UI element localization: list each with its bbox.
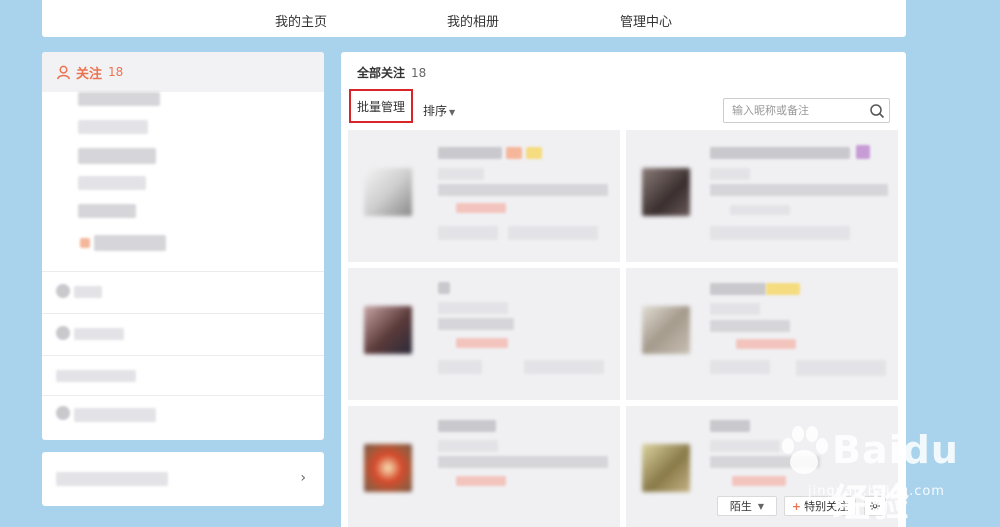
info-blurred — [710, 456, 820, 468]
badge-blurred — [856, 145, 870, 159]
nickname-blurred[interactable] — [710, 283, 766, 295]
divider — [42, 271, 324, 272]
main-follow-panel: 全部关注 18 批量管理 排序 ▼ 输入昵称或备注 陌生 ▼ + 特别关注 — [341, 52, 906, 527]
follow-count: 18 — [108, 65, 124, 79]
action-blurred[interactable] — [508, 226, 598, 240]
nickname-blurred[interactable] — [438, 282, 450, 294]
nickname-blurred[interactable] — [438, 147, 502, 159]
info-blurred — [438, 168, 484, 180]
info-blurred — [710, 184, 888, 196]
divider — [42, 313, 324, 314]
gear-icon — [870, 501, 880, 511]
info-blurred — [438, 184, 608, 196]
top-nav: 我的主页 我的相册 管理中心 — [42, 0, 906, 37]
caret-down-icon: ▼ — [449, 108, 456, 117]
tag-blurred — [732, 476, 786, 486]
avatar[interactable] — [364, 444, 412, 492]
follow-label: 关注 — [76, 66, 103, 82]
info-blurred — [438, 440, 498, 452]
avatar[interactable] — [642, 306, 690, 354]
nickname-blurred[interactable] — [710, 420, 750, 432]
sidebar-icon-blurred — [56, 284, 70, 298]
info-blurred — [710, 440, 780, 452]
info-blurred — [438, 456, 608, 468]
caret-down-icon: ▼ — [757, 501, 765, 511]
tag-blurred — [730, 205, 790, 215]
info-blurred — [438, 302, 508, 314]
divider — [42, 355, 324, 356]
sidebar-bottom-item-blurred — [56, 472, 168, 486]
person-icon — [57, 65, 70, 79]
divider — [42, 395, 324, 396]
follow-card[interactable] — [348, 268, 620, 400]
sidebar-item-follow[interactable]: 关注 18 — [42, 52, 324, 92]
action-blurred[interactable] — [710, 226, 850, 240]
tag-blurred — [456, 338, 508, 348]
tag-blurred — [736, 339, 796, 349]
badge-blurred — [506, 147, 522, 159]
info-blurred — [710, 168, 750, 180]
group-icon-blurred — [80, 238, 90, 248]
nav-my-home[interactable]: 我的主页 — [275, 11, 327, 30]
group-item-blurred[interactable] — [78, 176, 146, 190]
avatar[interactable] — [642, 444, 690, 492]
plus-icon: + — [791, 499, 802, 513]
tag-blurred — [456, 476, 506, 486]
sort-label: 排序 — [423, 104, 448, 118]
info-blurred — [710, 320, 790, 332]
nickname-blurred[interactable] — [438, 420, 496, 432]
special-follow-label: 特别关注 — [804, 500, 849, 513]
group-item-blurred[interactable] — [78, 204, 136, 218]
action-blurred[interactable] — [524, 360, 604, 374]
action-blurred[interactable] — [796, 360, 886, 376]
search-icon[interactable] — [869, 103, 885, 119]
badge-blurred — [766, 283, 800, 295]
search-input[interactable] — [724, 99, 862, 122]
group-item-blurred[interactable] — [94, 235, 166, 251]
batch-manage-button[interactable]: 批量管理 — [349, 89, 413, 123]
sort-dropdown[interactable]: 排序 ▼ — [423, 102, 455, 119]
badge-blurred — [526, 147, 542, 159]
nav-my-album[interactable]: 我的相册 — [447, 11, 499, 30]
action-blurred[interactable] — [710, 360, 770, 374]
page-title-count: 18 — [411, 66, 427, 80]
group-item-blurred[interactable] — [78, 92, 160, 106]
sidebar-item-blurred[interactable] — [56, 370, 136, 382]
card-settings-button[interactable] — [864, 496, 886, 516]
follow-card[interactable] — [348, 406, 620, 527]
chevron-right-icon: › — [300, 470, 306, 486]
special-follow-button[interactable]: + 特别关注 — [784, 496, 856, 516]
sidebar-bottom-panel[interactable]: › — [42, 452, 324, 506]
follow-card[interactable] — [626, 268, 898, 400]
sidebar-icon-blurred — [56, 326, 70, 340]
follow-card[interactable] — [626, 130, 898, 262]
follow-card[interactable] — [348, 130, 620, 262]
action-blurred[interactable] — [438, 226, 498, 240]
group-item-blurred[interactable] — [78, 120, 148, 134]
follow-sidebar: 关注 18 — [42, 52, 324, 440]
sidebar-item-blurred[interactable] — [74, 408, 156, 422]
sidebar-item-blurred[interactable] — [74, 328, 124, 340]
sidebar-icon-blurred — [56, 406, 70, 420]
nickname-blurred[interactable] — [710, 147, 850, 159]
info-blurred — [438, 318, 514, 330]
avatar[interactable] — [364, 168, 412, 216]
group-item-blurred[interactable] — [78, 148, 156, 164]
sidebar-item-blurred[interactable] — [74, 286, 102, 298]
page-title: 全部关注 18 — [357, 64, 426, 81]
avatar[interactable] — [364, 306, 412, 354]
relation-dropdown[interactable]: 陌生 ▼ — [717, 496, 777, 516]
follow-card[interactable]: 陌生 ▼ + 特别关注 — [626, 406, 898, 527]
nav-management-center[interactable]: 管理中心 — [620, 11, 672, 30]
search-box[interactable] — [723, 98, 890, 123]
relation-label: 陌生 — [729, 500, 752, 513]
avatar[interactable] — [642, 168, 690, 216]
action-blurred[interactable] — [438, 360, 482, 374]
tag-blurred — [456, 203, 506, 213]
page-title-label: 全部关注 — [357, 66, 406, 80]
info-blurred — [710, 303, 760, 315]
